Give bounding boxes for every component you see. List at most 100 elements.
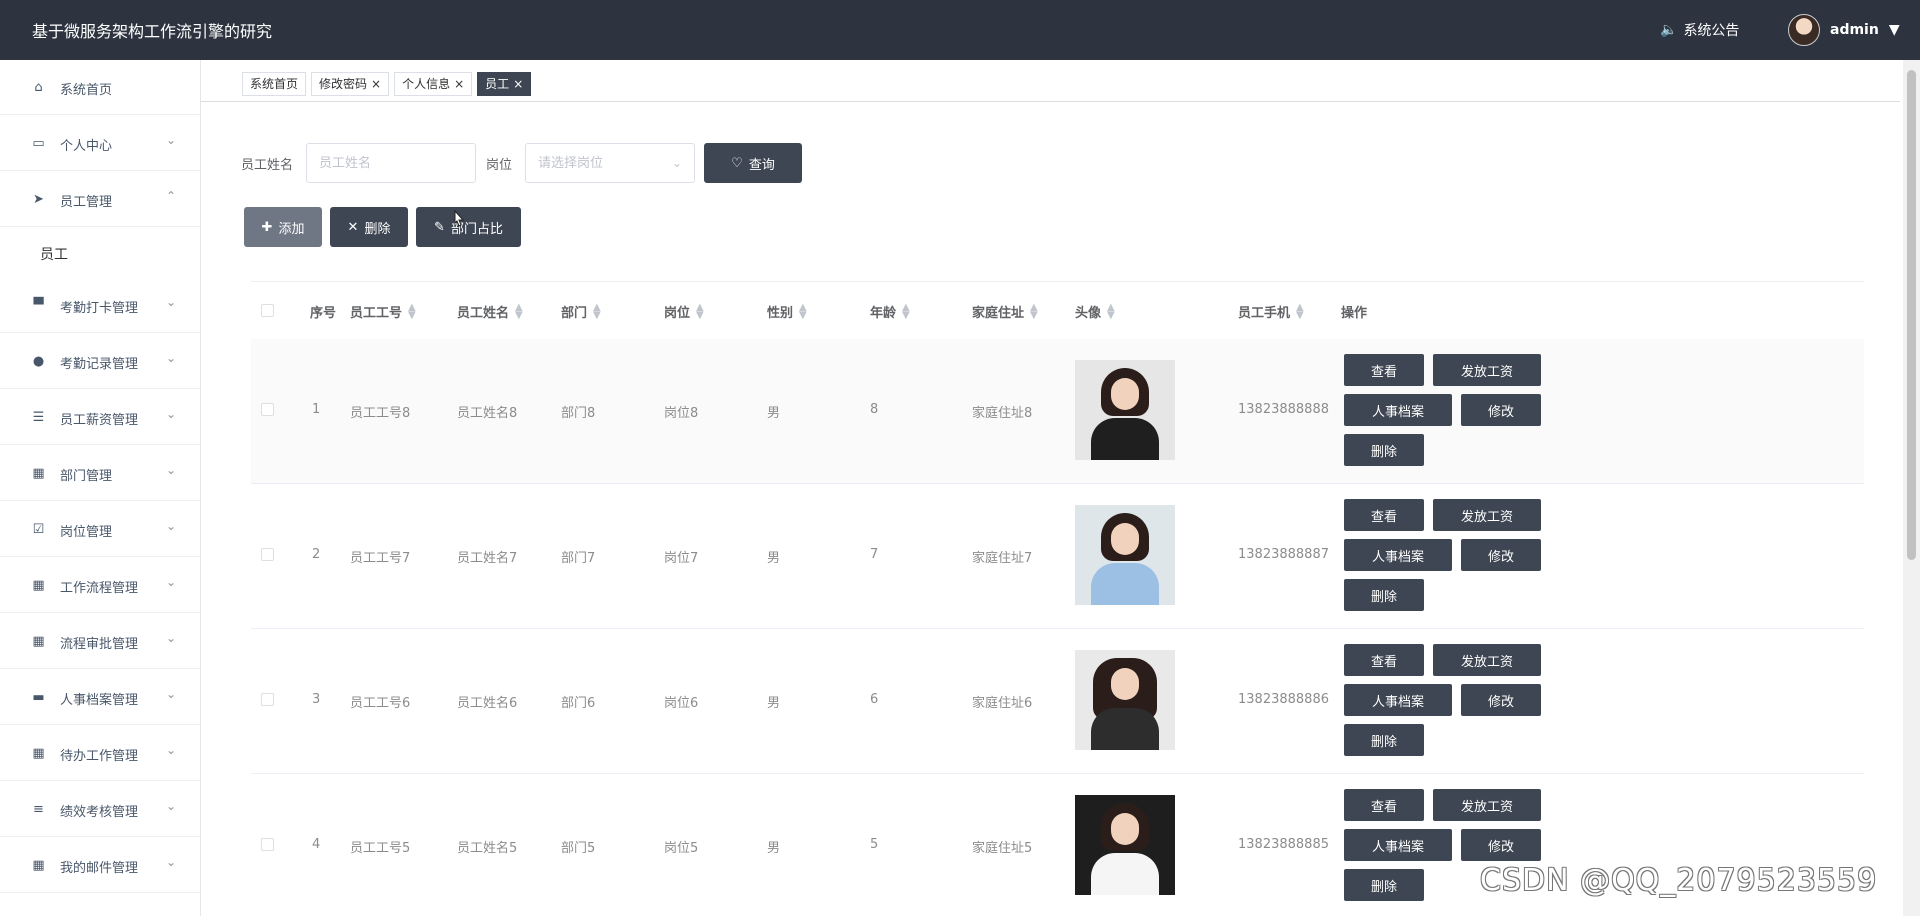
- employee-name-label: 员工姓名: [241, 158, 294, 173]
- delete-row-button[interactable]: 删除: [1344, 869, 1424, 901]
- scrollbar-thumb[interactable]: [1907, 70, 1916, 560]
- header-age[interactable]: 年龄 ▲ ▼: [870, 302, 910, 321]
- chevron-down-icon: ⌄: [166, 743, 177, 757]
- page-scrollbar[interactable]: [1903, 60, 1920, 916]
- edit-button[interactable]: 修改: [1461, 394, 1541, 426]
- sidebar-item-approval[interactable]: ▦ 流程审批管理 ⌄: [0, 614, 200, 669]
- table-row: 1 员工工号8 员工姓名8 部门8 岗位8 男 8 家庭住址8 13823888…: [251, 339, 1864, 484]
- row-checkbox[interactable]: [261, 693, 274, 706]
- tab-label: 系统首页: [250, 77, 299, 91]
- pay-salary-button[interactable]: 发放工资: [1433, 499, 1541, 531]
- plus-icon: ✚: [261, 219, 273, 235]
- sidebar-item-todo[interactable]: ▦ 待办工作管理 ⌄: [0, 726, 200, 781]
- hr-archive-button[interactable]: 人事档案: [1344, 394, 1452, 426]
- header-dept[interactable]: 部门 ▲ ▼: [561, 302, 601, 321]
- sidebar-item-profile[interactable]: ▭ 个人中心 ⌄: [0, 116, 200, 171]
- view-button[interactable]: 查看: [1344, 354, 1424, 386]
- dept-ratio-button[interactable]: ✎ 部门占比: [416, 207, 521, 247]
- delete-row-button[interactable]: 删除: [1344, 434, 1424, 466]
- delete-row-button[interactable]: 删除: [1344, 724, 1424, 756]
- edit-button[interactable]: 修改: [1461, 829, 1541, 861]
- pay-salary-button[interactable]: 发放工资: [1433, 354, 1541, 386]
- hr-archive-button[interactable]: 人事档案: [1344, 684, 1452, 716]
- system-notice-link[interactable]: 🔈 系统公告: [1660, 20, 1739, 40]
- sidebar-item-salary[interactable]: ☰ 员工薪资管理 ⌄: [0, 390, 200, 445]
- view-button[interactable]: 查看: [1344, 789, 1424, 821]
- pay-salary-button[interactable]: 发放工资: [1433, 789, 1541, 821]
- cell-dept: 部门6: [561, 696, 596, 711]
- sort-icon[interactable]: ▲ ▼: [1107, 302, 1115, 320]
- sidebar-item-post[interactable]: ☑ 岗位管理 ⌄: [0, 502, 200, 557]
- tab-home[interactable]: 系统首页: [242, 72, 307, 96]
- edit-button[interactable]: 修改: [1461, 539, 1541, 571]
- sidebar-item-home[interactable]: ⌂ 系统首页: [0, 60, 200, 115]
- hr-archive-button[interactable]: 人事档案: [1344, 539, 1452, 571]
- sidebar-item-hr-archive[interactable]: ▬ 人事档案管理 ⌄: [0, 670, 200, 725]
- chevron-up-icon: ⌃: [166, 189, 177, 203]
- header-emp-no[interactable]: 员工工号 ▲ ▼: [350, 302, 416, 321]
- close-icon[interactable]: ×: [513, 73, 523, 95]
- row-checkbox[interactable]: [261, 403, 274, 416]
- post-select[interactable]: ⌄: [525, 143, 695, 183]
- sidebar-item-label: 系统首页: [60, 83, 113, 98]
- cell-age: 6: [870, 692, 879, 707]
- header-photo[interactable]: 头像 ▲ ▼: [1075, 302, 1115, 321]
- header-label: 岗位: [664, 306, 691, 321]
- sidebar-item-mail[interactable]: ▦ 我的邮件管理 ⌄: [0, 838, 200, 893]
- select-all-checkbox[interactable]: [261, 304, 274, 317]
- header-phone[interactable]: 员工手机 ▲ ▼: [1238, 302, 1304, 321]
- header-post[interactable]: 岗位 ▲ ▼: [664, 302, 704, 321]
- sidebar-subitem-employee[interactable]: 员工: [0, 228, 200, 278]
- header-label: 员工姓名: [457, 306, 510, 321]
- sidebar-item-workflow[interactable]: ▦ 工作流程管理 ⌄: [0, 558, 200, 613]
- header-name[interactable]: 员工姓名 ▲ ▼: [457, 302, 523, 321]
- hr-archive-button[interactable]: 人事档案: [1344, 829, 1452, 861]
- close-icon[interactable]: ×: [371, 73, 381, 95]
- tab-change-password[interactable]: 修改密码 ×: [311, 72, 390, 96]
- employee-name-input[interactable]: [307, 144, 475, 182]
- cell-address: 家庭住址8: [972, 406, 1033, 421]
- delete-row-button[interactable]: 删除: [1344, 579, 1424, 611]
- user-menu[interactable]: admin ▼: [1788, 14, 1900, 46]
- row-checkbox[interactable]: [261, 548, 274, 561]
- pay-salary-button[interactable]: 发放工资: [1433, 644, 1541, 676]
- sidebar-item-attendance-record[interactable]: ● 考勤记录管理 ⌄: [0, 334, 200, 389]
- sidebar-item-department[interactable]: ▦ 部门管理 ⌄: [0, 446, 200, 501]
- cell-gender: 男: [767, 841, 781, 856]
- sort-icon[interactable]: ▲ ▼: [696, 302, 704, 320]
- sidebar-item-performance[interactable]: ≡ 绩效考核管理 ⌄: [0, 782, 200, 837]
- edit-button[interactable]: 修改: [1461, 684, 1541, 716]
- cell-gender: 男: [767, 696, 781, 711]
- delete-button-label: 删除: [364, 221, 391, 237]
- row-checkbox[interactable]: [261, 838, 274, 851]
- sort-icon[interactable]: ▲ ▼: [593, 302, 601, 320]
- query-button[interactable]: ♡ 查询: [704, 143, 802, 183]
- sort-icon[interactable]: ▲ ▼: [1030, 302, 1038, 320]
- header-address[interactable]: 家庭住址 ▲ ▼: [972, 302, 1038, 321]
- sidebar-item-employee-management[interactable]: ➤ 员工管理 ⌃: [0, 172, 200, 227]
- sidebar-item-label: 员工管理: [60, 195, 113, 210]
- table-header: 序号 员工工号 ▲ ▼ 员工姓名 ▲ ▼ 部门 ▲ ▼ 岗位 ▲ ▼ 性别 ▲ ▼ 年龄 ▲ ▼ 家庭住…: [251, 281, 1864, 339]
- sidebar-item-attendance-checkin[interactable]: ▀ 考勤打卡管理 ⌄: [0, 278, 200, 333]
- add-button[interactable]: ✚ 添加: [244, 207, 322, 247]
- card-icon: ▭: [32, 136, 45, 151]
- cell-phone: 13823888887: [1238, 547, 1329, 562]
- tab-employee[interactable]: 员工 ×: [477, 72, 532, 96]
- post-select-input[interactable]: [526, 144, 694, 182]
- employee-photo: [1075, 360, 1175, 460]
- employee-name-field[interactable]: [306, 143, 476, 183]
- sort-icon[interactable]: ▲ ▼: [799, 302, 807, 320]
- sort-icon[interactable]: ▲ ▼: [902, 302, 910, 320]
- cell-gender: 男: [767, 551, 781, 566]
- post-label: 岗位: [486, 158, 513, 173]
- sort-icon[interactable]: ▲ ▼: [408, 302, 416, 320]
- grid-icon: ▦: [32, 634, 45, 649]
- view-button[interactable]: 查看: [1344, 499, 1424, 531]
- close-icon[interactable]: ×: [454, 73, 464, 95]
- header-gender[interactable]: 性别 ▲ ▼: [767, 302, 807, 321]
- sort-icon[interactable]: ▲ ▼: [515, 302, 523, 320]
- delete-button[interactable]: ✕ 删除: [330, 207, 408, 247]
- view-button[interactable]: 查看: [1344, 644, 1424, 676]
- sort-icon[interactable]: ▲ ▼: [1296, 302, 1304, 320]
- tab-personal-info[interactable]: 个人信息 ×: [394, 72, 473, 96]
